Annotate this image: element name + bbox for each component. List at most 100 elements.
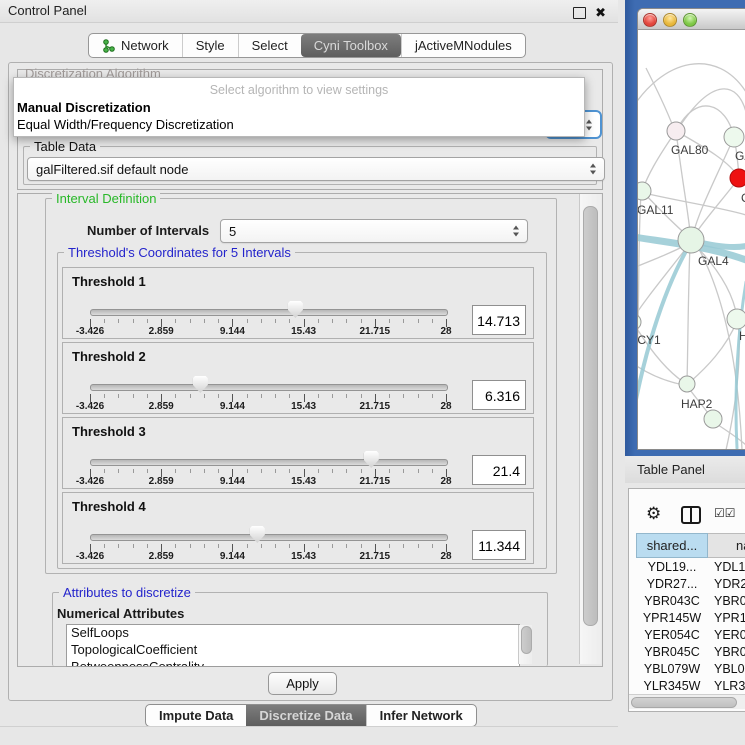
table-cell-shared-name[interactable]: YDR27... (636, 577, 708, 593)
thresholds-title: Threshold's Coordinates for 5 Intervals (64, 245, 295, 260)
threshold-value-field[interactable]: 21.4 (472, 455, 526, 485)
network-node-gal11[interactable] (638, 182, 651, 200)
threshold-label: Threshold 4 (72, 499, 146, 514)
main-scrollbar-track[interactable] (579, 194, 601, 664)
minor-tick (432, 544, 433, 548)
minor-tick (104, 319, 105, 323)
dropdown-hint-item[interactable]: Select algorithm to view settings (14, 83, 584, 97)
threshold-slider-track[interactable] (90, 459, 448, 466)
tab-label: Select (252, 38, 288, 53)
table-cell-shared-name[interactable]: YBR045C (636, 645, 708, 661)
table-cell-name[interactable]: YBR0 (714, 645, 745, 661)
network-node-gal4[interactable] (678, 227, 704, 253)
threshold-panel-4: Threshold 4 -3.4262.8599.14415.4321.71528… (62, 492, 534, 564)
table-cell-shared-name[interactable]: YBR043C (636, 594, 708, 610)
minor-tick (289, 469, 290, 473)
close-traffic-light[interactable] (643, 13, 657, 27)
minor-tick (361, 319, 362, 323)
table-cell-name[interactable]: YLR3 (714, 679, 745, 695)
threshold-slider-track[interactable] (90, 309, 448, 316)
tab-select[interactable]: Select (238, 34, 301, 57)
tick-label: 2.859 (149, 401, 174, 412)
tick-label: 15.43 (291, 476, 316, 487)
table-hscrollbar-track[interactable] (629, 694, 745, 709)
bottom-tab-impute-data[interactable]: Impute Data (146, 705, 246, 726)
network-node-c[interactable] (730, 169, 745, 187)
table-cell-name[interactable]: YBR0 (714, 594, 745, 610)
apply-button[interactable]: Apply (268, 672, 337, 695)
minor-tick (247, 319, 248, 323)
column-header-name[interactable]: na (708, 533, 745, 558)
network-edge[interactable] (687, 244, 690, 382)
table-data-combobox[interactable]: galFiltered.sif default node (27, 157, 605, 181)
attributes-scrollbar-track[interactable] (518, 625, 532, 664)
network-canvas[interactable]: GAL80GALCGAL11GAL4HGCY1HAP2 (638, 30, 745, 449)
network-edge[interactable] (690, 321, 737, 382)
select-columns-icons[interactable]: ☑☑ (714, 506, 736, 520)
dropdown-option-equal-width[interactable]: Equal Width/Frequency Discretization (17, 117, 234, 132)
tab-style[interactable]: Style (182, 34, 238, 57)
minor-tick (175, 319, 176, 323)
network-node[interactable] (704, 410, 722, 428)
attribute-list-item[interactable]: TopologicalCoefficient (67, 642, 519, 659)
attribute-list-item[interactable]: SelfLoops (67, 625, 519, 642)
table-settings-gear-icon[interactable]: ⚙ (646, 505, 661, 524)
threshold-slider-track[interactable] (90, 534, 448, 541)
numerical-attributes-label: Numerical Attributes (57, 606, 184, 621)
tick-label: 21.715 (360, 476, 391, 487)
tick-label: -3.426 (76, 401, 104, 412)
threshold-value-field[interactable]: 6.316 (472, 380, 526, 410)
table-cell-shared-name[interactable]: YER054C (636, 628, 708, 644)
minor-tick (346, 394, 347, 398)
close-panel-icon[interactable]: ✖ (595, 5, 606, 21)
dropdown-option-manual[interactable]: Manual Discretization (17, 100, 151, 115)
slider-tick-labels: -3.4262.8599.14415.4321.71528 (90, 551, 446, 563)
threshold-value-field[interactable]: 14.713 (472, 305, 526, 335)
bottom-tab-discretize-data[interactable]: Discretize Data (246, 705, 365, 726)
slider-tick-labels: -3.4262.8599.14415.4321.71528 (90, 326, 446, 338)
network-node-hap2[interactable] (679, 376, 695, 392)
threshold-value-field[interactable]: 11.344 (472, 530, 526, 560)
tick-label: 9.144 (220, 401, 245, 412)
attribute-list-item[interactable]: BetweennessCentrality (67, 659, 519, 667)
tab-network[interactable]: Network (89, 34, 182, 57)
network-edge[interactable] (678, 89, 745, 129)
minor-tick (403, 469, 404, 473)
minor-tick (403, 319, 404, 323)
table-cell-name[interactable]: YDL1 (714, 560, 745, 576)
table-cell-shared-name[interactable]: YBL079W (636, 662, 708, 678)
network-node-gal[interactable] (724, 127, 744, 147)
column-header-shared-name[interactable]: shared... (636, 533, 708, 558)
combo-arrows-icon (590, 164, 597, 175)
minor-tick (104, 544, 105, 548)
minor-tick (261, 544, 262, 548)
attributes-scrollbar-thumb[interactable] (521, 626, 532, 654)
network-node-h[interactable] (727, 309, 745, 329)
table-cell-shared-name[interactable]: YLR345W (636, 679, 708, 695)
minor-tick (432, 469, 433, 473)
table-hscrollbar-thumb[interactable] (631, 697, 737, 708)
number-of-intervals-combobox[interactable]: 5 (220, 219, 528, 243)
minimize-traffic-light[interactable] (663, 13, 677, 27)
tab-jactivemnodules[interactable]: jActiveMNodules (401, 34, 525, 57)
tab-cyni-toolbox[interactable]: Cyni Toolbox (301, 34, 401, 57)
network-edge[interactable] (694, 178, 739, 236)
table-cell-shared-name[interactable]: YPR145W (636, 611, 708, 627)
split-table-icon[interactable] (681, 506, 701, 524)
table-cell-shared-name[interactable]: YDL19... (636, 560, 708, 576)
table-cell-name[interactable]: YBL0 (714, 662, 745, 678)
float-panel-icon[interactable] (573, 7, 586, 19)
bottom-tab-infer-network[interactable]: Infer Network (366, 705, 476, 726)
network-node-gal80[interactable] (667, 122, 685, 140)
network-edge[interactable] (642, 131, 676, 191)
network-node-gcy1[interactable] (638, 314, 641, 330)
threshold-panel-1: Threshold 1-3.4262.8599.14415.4321.71528… (62, 267, 534, 339)
minor-tick (204, 319, 205, 323)
table-cell-name[interactable]: YDR2 (714, 577, 745, 593)
zoom-traffic-light[interactable] (683, 13, 697, 27)
table-cell-name[interactable]: YPR1 (714, 611, 745, 627)
threshold-slider-track[interactable] (90, 384, 448, 391)
table-cell-name[interactable]: YER0 (714, 628, 745, 644)
main-scrollbar-thumb[interactable] (583, 206, 598, 626)
minor-tick (275, 394, 276, 398)
